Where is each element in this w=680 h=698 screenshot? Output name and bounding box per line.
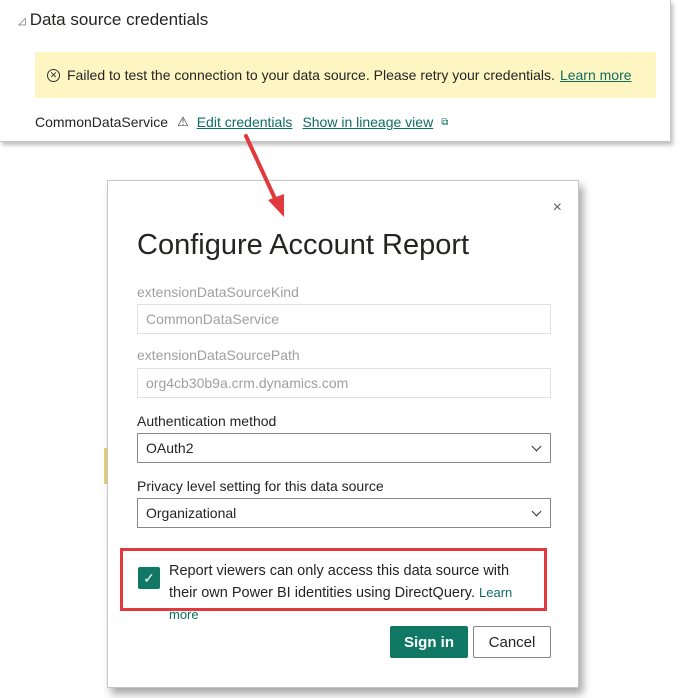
external-link-icon[interactable]: ⧉ [441, 117, 448, 128]
warning-message: Failed to test the connection to your da… [67, 67, 555, 83]
edit-credentials-link[interactable]: Edit credentials [197, 114, 293, 130]
show-lineage-link[interactable]: Show in lineage view [302, 114, 433, 130]
error-circle-icon: ✕ [47, 68, 60, 82]
privacy-level-label: Privacy level setting for this data sour… [137, 478, 384, 494]
directquery-option-text: Report viewers can only access this data… [169, 560, 539, 626]
path-input: org4cb30b9a.crm.dynamics.com [137, 368, 551, 398]
privacy-level-value: Organizational [146, 505, 237, 521]
directquery-checkbox[interactable]: ✓ [138, 567, 160, 589]
directquery-description: Report viewers can only access this data… [169, 563, 510, 601]
sign-in-button[interactable]: Sign in [390, 626, 468, 658]
dialog-title: Configure Account Report [137, 229, 470, 261]
chevron-down-icon [531, 506, 542, 516]
checkmark-icon: ✓ [143, 569, 155, 586]
privacy-level-select[interactable]: Organizational [137, 498, 551, 528]
auth-method-value: OAuth2 [146, 440, 194, 456]
collapse-triangle-icon[interactable]: ◿ [18, 16, 26, 27]
close-icon[interactable]: × [553, 199, 562, 217]
auth-method-label: Authentication method [137, 413, 277, 429]
auth-method-select[interactable]: OAuth2 [137, 433, 551, 463]
credential-row: CommonDataService ⚠ Edit credentials Sho… [35, 114, 448, 130]
path-label: extensionDataSourcePath [137, 347, 300, 363]
section-header[interactable]: ◿ Data source credentials [18, 10, 208, 30]
section-title: Data source credentials [29, 10, 209, 29]
kind-label: extensionDataSourceKind [137, 284, 299, 300]
kind-input: CommonDataService [137, 304, 551, 334]
configure-dialog: × Configure Account Report extensionData… [107, 180, 579, 688]
warning-bar: ✕ Failed to test the connection to your … [35, 52, 656, 98]
data-source-credentials-panel: ◿ Data source credentials ✕ Failed to te… [0, 0, 671, 142]
warning-triangle-icon: ⚠ [177, 114, 189, 129]
directquery-option-highlight: ✓ Report viewers can only access this da… [120, 548, 547, 622]
data-source-name: CommonDataService [35, 114, 169, 130]
chevron-down-icon [531, 441, 542, 451]
warning-learn-more-link[interactable]: Learn more [560, 67, 632, 83]
cancel-button[interactable]: Cancel [473, 626, 551, 658]
